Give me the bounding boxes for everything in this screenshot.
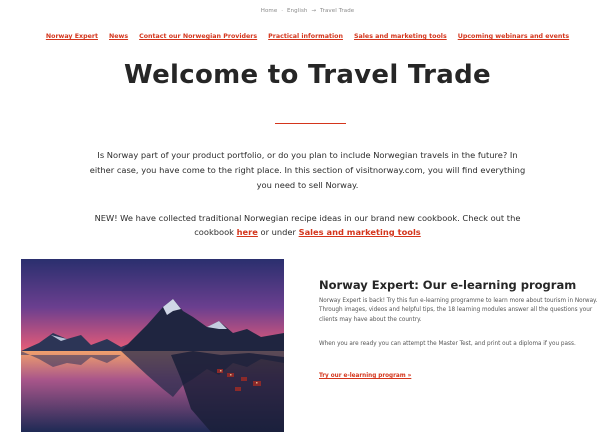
subnav-item-contact-providers[interactable]: Contact our Norwegian Providers — [139, 33, 257, 40]
cookbook-here-link[interactable]: here — [237, 227, 258, 237]
intro-text: Is Norway part of your product portfolio… — [89, 150, 526, 190]
sales-marketing-tools-link[interactable]: Sales and marketing tools — [299, 227, 421, 237]
elearning-program-link[interactable]: Try our e-learning program » — [319, 373, 411, 379]
card-title: Norway Expert: Our e-learning program — [319, 278, 577, 292]
title-divider — [275, 123, 346, 124]
subnav-item-norway-expert[interactable]: Norway Expert — [46, 33, 98, 40]
breadcrumb-separator: · — [281, 8, 284, 14]
subnav-item-news[interactable]: News — [109, 33, 128, 40]
subnav-item-sales-marketing-tools[interactable]: Sales and marketing tools — [354, 33, 447, 40]
subnav-item-webinars-events[interactable]: Upcoming webinars and events — [458, 33, 569, 40]
cookbook-announcement: NEW! We have collected traditional Norwe… — [85, 211, 530, 239]
breadcrumb-current: Travel Trade — [319, 8, 355, 14]
subnav-item-practical-information[interactable]: Practical information — [268, 33, 343, 40]
lofoten-landscape-image — [21, 259, 284, 432]
breadcrumb-language[interactable]: English — [287, 8, 308, 14]
breadcrumb: Home · English → Travel Trade — [0, 8, 615, 14]
card-description-secondary: When you are ready you can attempt the M… — [319, 341, 576, 347]
breadcrumb-home[interactable]: Home — [261, 8, 278, 14]
breadcrumb-separator: → — [311, 8, 317, 14]
page-title: Welcome to Travel Trade — [124, 60, 491, 90]
announcement-text-middle: or under — [257, 227, 299, 237]
card-description: Norway Expert is back! Try this fun e-le… — [319, 298, 598, 323]
section-subnav: Norway Expert News Contact our Norwegian… — [0, 33, 615, 40]
